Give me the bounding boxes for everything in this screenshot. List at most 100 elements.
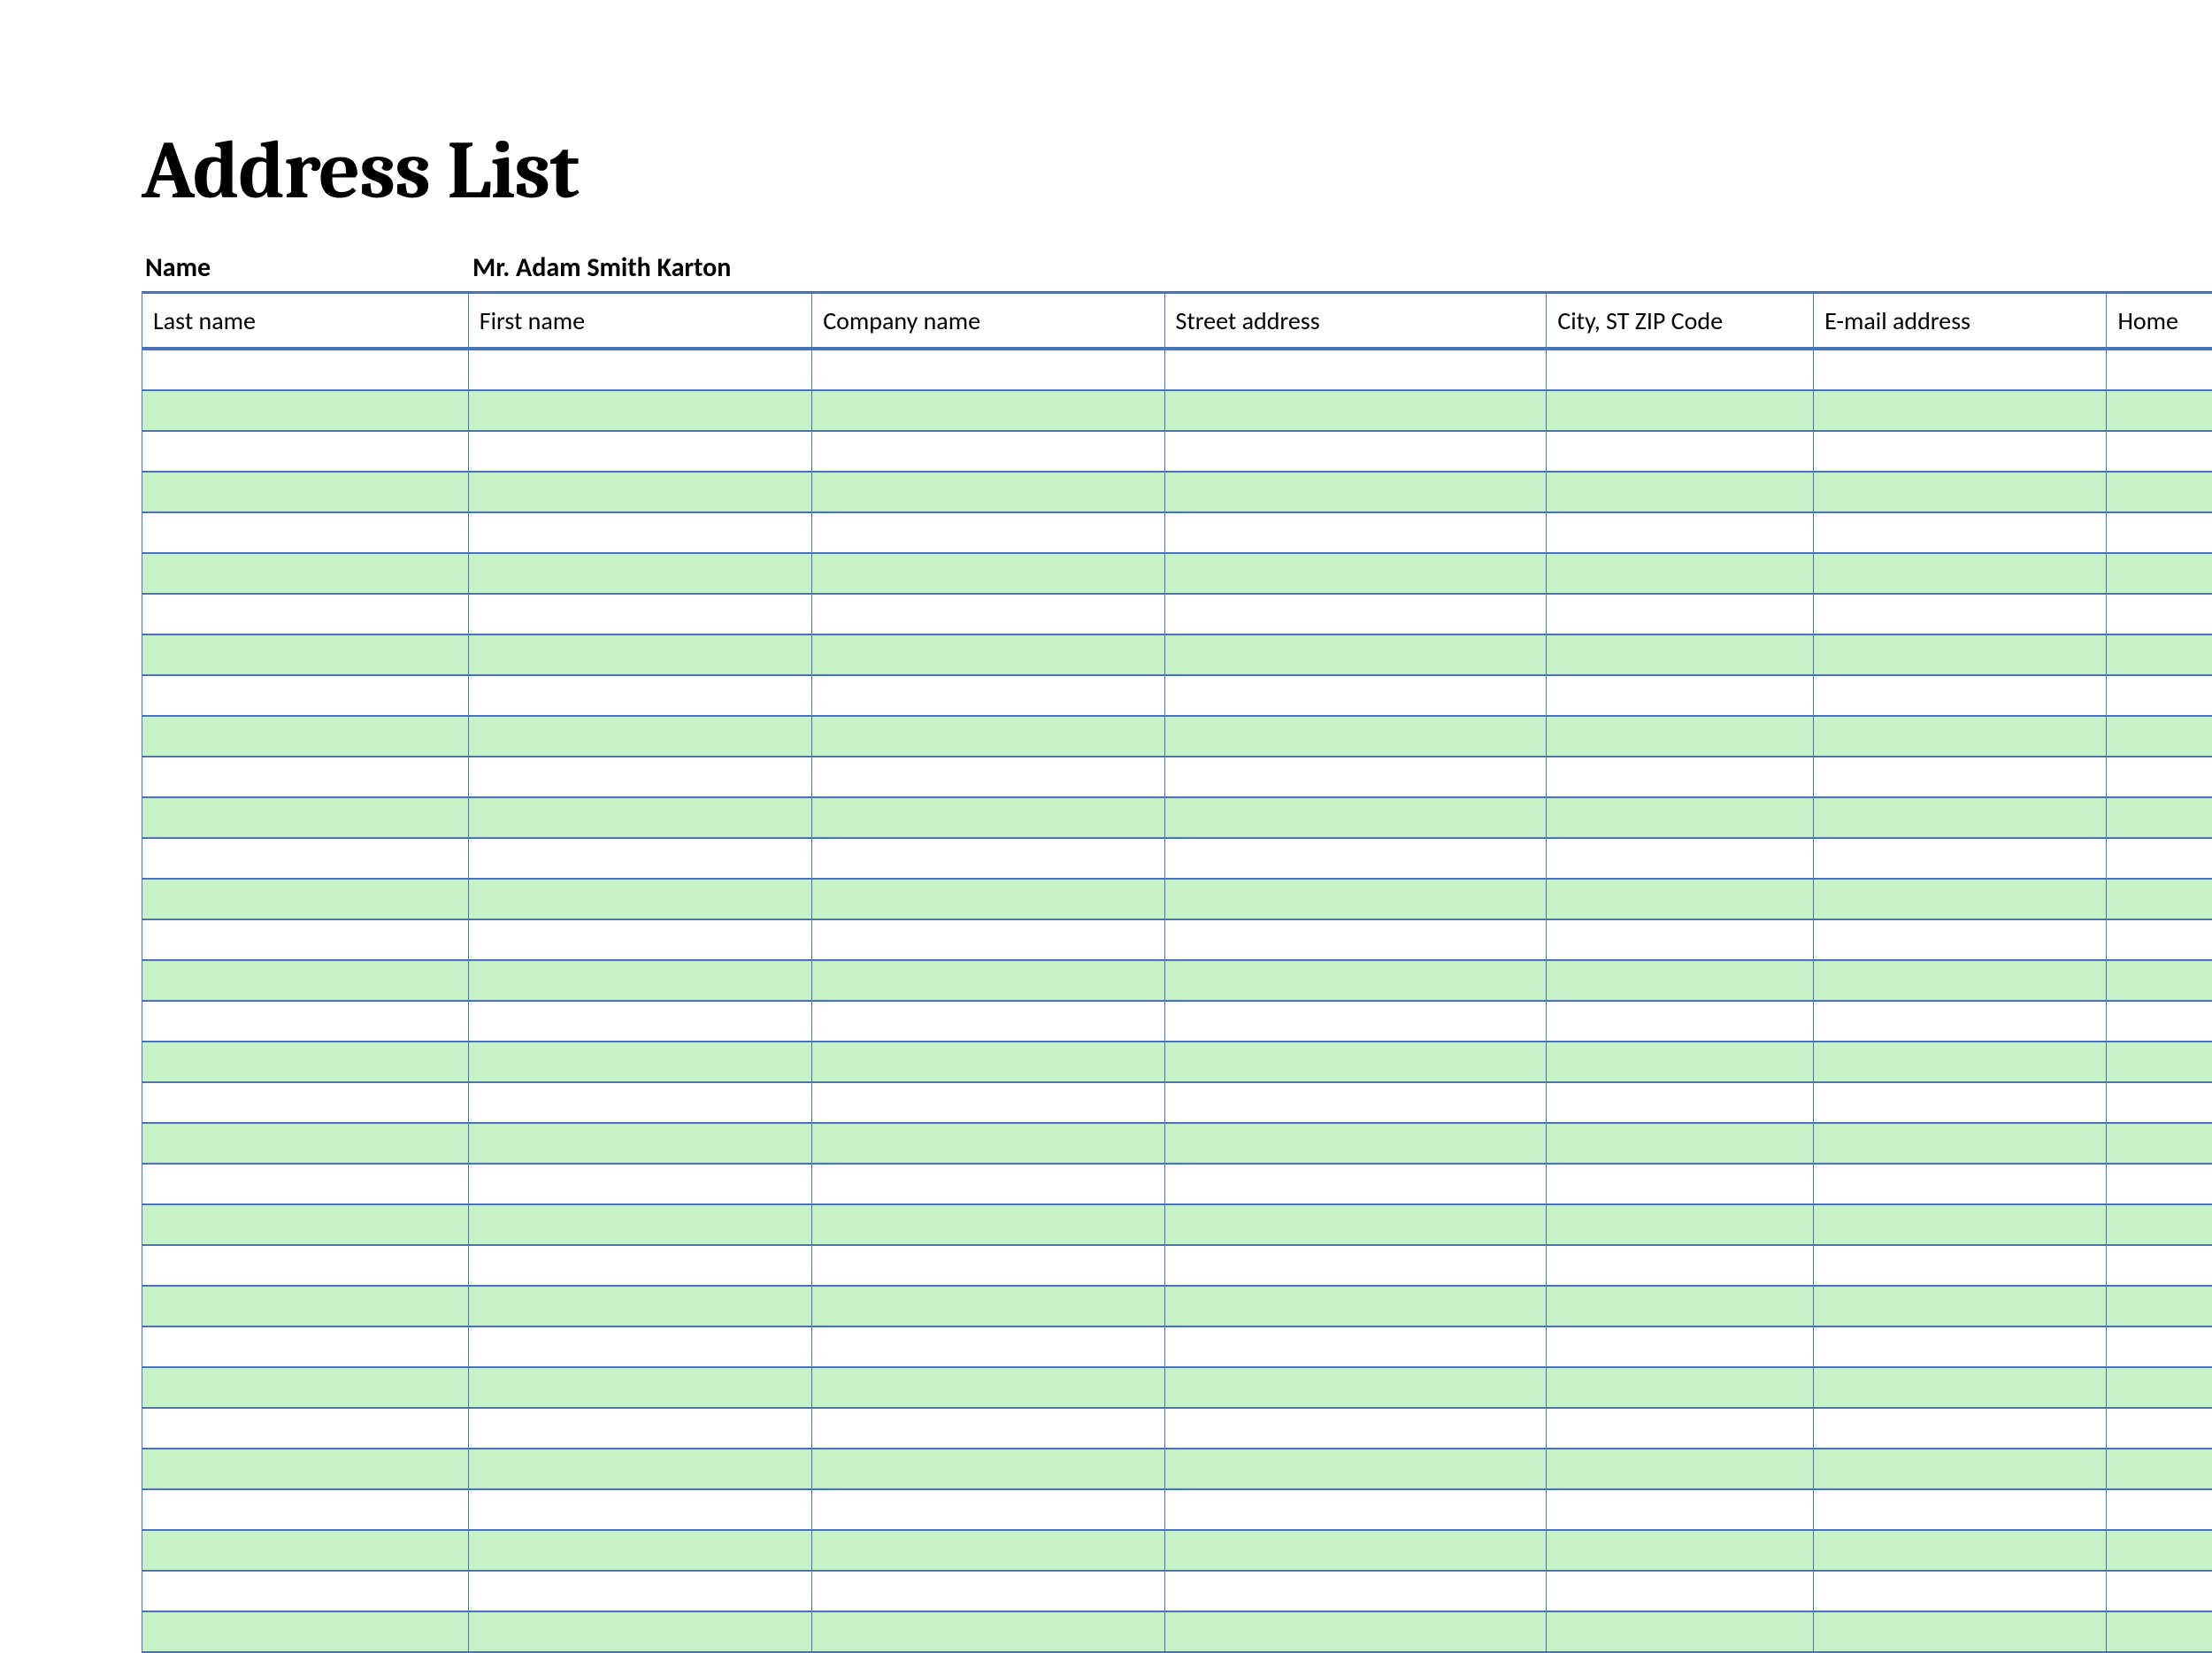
table-cell[interactable]	[469, 1083, 812, 1122]
table-cell[interactable]	[1165, 595, 1548, 634]
table-cell[interactable]	[1547, 1042, 1814, 1081]
table-cell[interactable]	[1165, 1124, 1548, 1163]
table-cell[interactable]	[1165, 1572, 1548, 1611]
table-cell[interactable]	[142, 1083, 469, 1122]
table-cell[interactable]	[142, 1409, 469, 1448]
table-cell[interactable]	[142, 1165, 469, 1203]
table-cell[interactable]	[812, 595, 1164, 634]
table-cell[interactable]	[142, 920, 469, 959]
table-cell[interactable]	[1814, 1124, 2107, 1163]
table-cell[interactable]	[1814, 1490, 2107, 1529]
table-cell[interactable]	[1814, 1368, 2107, 1407]
table-cell[interactable]	[1547, 1449, 1814, 1488]
table-cell[interactable]	[469, 1368, 812, 1407]
table-cell[interactable]	[469, 513, 812, 552]
table-cell[interactable]	[469, 1124, 812, 1163]
table-cell[interactable]	[142, 961, 469, 1000]
table-cell[interactable]	[1165, 1165, 1548, 1203]
table-cell[interactable]	[142, 717, 469, 756]
table-cell[interactable]	[2107, 839, 2212, 878]
table-cell[interactable]	[2107, 920, 2212, 959]
table-cell[interactable]	[812, 757, 1164, 796]
table-cell[interactable]	[812, 391, 1164, 430]
table-cell[interactable]	[1165, 717, 1548, 756]
table-cell[interactable]	[2107, 1612, 2212, 1651]
table-cell[interactable]	[1547, 1287, 1814, 1326]
table-cell[interactable]	[1547, 1490, 1814, 1529]
table-cell[interactable]	[2107, 1042, 2212, 1081]
table-cell[interactable]	[1547, 1205, 1814, 1244]
table-cell[interactable]	[1165, 1490, 1548, 1529]
table-cell[interactable]	[2107, 798, 2212, 837]
table-cell[interactable]	[812, 1205, 1164, 1244]
table-cell[interactable]	[469, 391, 812, 430]
table-cell[interactable]	[1814, 350, 2107, 389]
table-cell[interactable]	[812, 1042, 1164, 1081]
table-cell[interactable]	[142, 350, 469, 389]
table-cell[interactable]	[142, 391, 469, 430]
table-cell[interactable]	[1165, 1042, 1548, 1081]
table-cell[interactable]	[142, 880, 469, 919]
table-cell[interactable]	[469, 432, 812, 471]
table-cell[interactable]	[1165, 1083, 1548, 1122]
table-cell[interactable]	[469, 1572, 812, 1611]
table-cell[interactable]	[1165, 554, 1548, 593]
table-cell[interactable]	[142, 1490, 469, 1529]
table-cell[interactable]	[2107, 595, 2212, 634]
table-cell[interactable]	[1547, 961, 1814, 1000]
table-cell[interactable]	[1165, 1531, 1548, 1570]
table-cell[interactable]	[1165, 676, 1548, 715]
table-cell[interactable]	[469, 350, 812, 389]
table-cell[interactable]	[1547, 1409, 1814, 1448]
table-cell[interactable]	[1547, 1165, 1814, 1203]
table-cell[interactable]	[2107, 1531, 2212, 1570]
table-cell[interactable]	[1814, 1042, 2107, 1081]
table-cell[interactable]	[1814, 1409, 2107, 1448]
table-cell[interactable]	[812, 1124, 1164, 1163]
table-cell[interactable]	[1547, 920, 1814, 959]
table-cell[interactable]	[2107, 1124, 2212, 1163]
table-cell[interactable]	[812, 513, 1164, 552]
table-cell[interactable]	[469, 1612, 812, 1651]
table-cell[interactable]	[1165, 1368, 1548, 1407]
table-cell[interactable]	[1814, 1002, 2107, 1041]
table-cell[interactable]	[469, 1205, 812, 1244]
table-cell[interactable]	[1814, 513, 2107, 552]
table-cell[interactable]	[812, 1490, 1164, 1529]
table-cell[interactable]	[2107, 1287, 2212, 1326]
table-cell[interactable]	[1547, 839, 1814, 878]
table-cell[interactable]	[2107, 1205, 2212, 1244]
table-cell[interactable]	[812, 1327, 1164, 1366]
table-cell[interactable]	[1814, 432, 2107, 471]
table-cell[interactable]	[1165, 757, 1548, 796]
table-cell[interactable]	[142, 798, 469, 837]
table-cell[interactable]	[812, 1246, 1164, 1285]
table-cell[interactable]	[2107, 1368, 2212, 1407]
table-cell[interactable]	[812, 1409, 1164, 1448]
table-cell[interactable]	[2107, 676, 2212, 715]
table-cell[interactable]	[2107, 432, 2212, 471]
table-cell[interactable]	[1814, 1612, 2107, 1651]
table-cell[interactable]	[2107, 350, 2212, 389]
table-cell[interactable]	[812, 473, 1164, 511]
table-cell[interactable]	[469, 961, 812, 1000]
table-cell[interactable]	[1165, 391, 1548, 430]
table-cell[interactable]	[469, 676, 812, 715]
table-cell[interactable]	[1165, 1327, 1548, 1366]
table-cell[interactable]	[1165, 635, 1548, 674]
table-cell[interactable]	[142, 1205, 469, 1244]
table-cell[interactable]	[469, 1409, 812, 1448]
table-cell[interactable]	[469, 839, 812, 878]
table-cell[interactable]	[2107, 473, 2212, 511]
table-cell[interactable]	[1547, 391, 1814, 430]
table-cell[interactable]	[1814, 839, 2107, 878]
table-cell[interactable]	[142, 676, 469, 715]
table-cell[interactable]	[2107, 1490, 2212, 1529]
table-cell[interactable]	[2107, 717, 2212, 756]
table-cell[interactable]	[1165, 1246, 1548, 1285]
table-cell[interactable]	[1547, 1246, 1814, 1285]
table-cell[interactable]	[812, 635, 1164, 674]
table-cell[interactable]	[469, 1531, 812, 1570]
table-cell[interactable]	[1814, 1327, 2107, 1366]
table-cell[interactable]	[812, 1287, 1164, 1326]
